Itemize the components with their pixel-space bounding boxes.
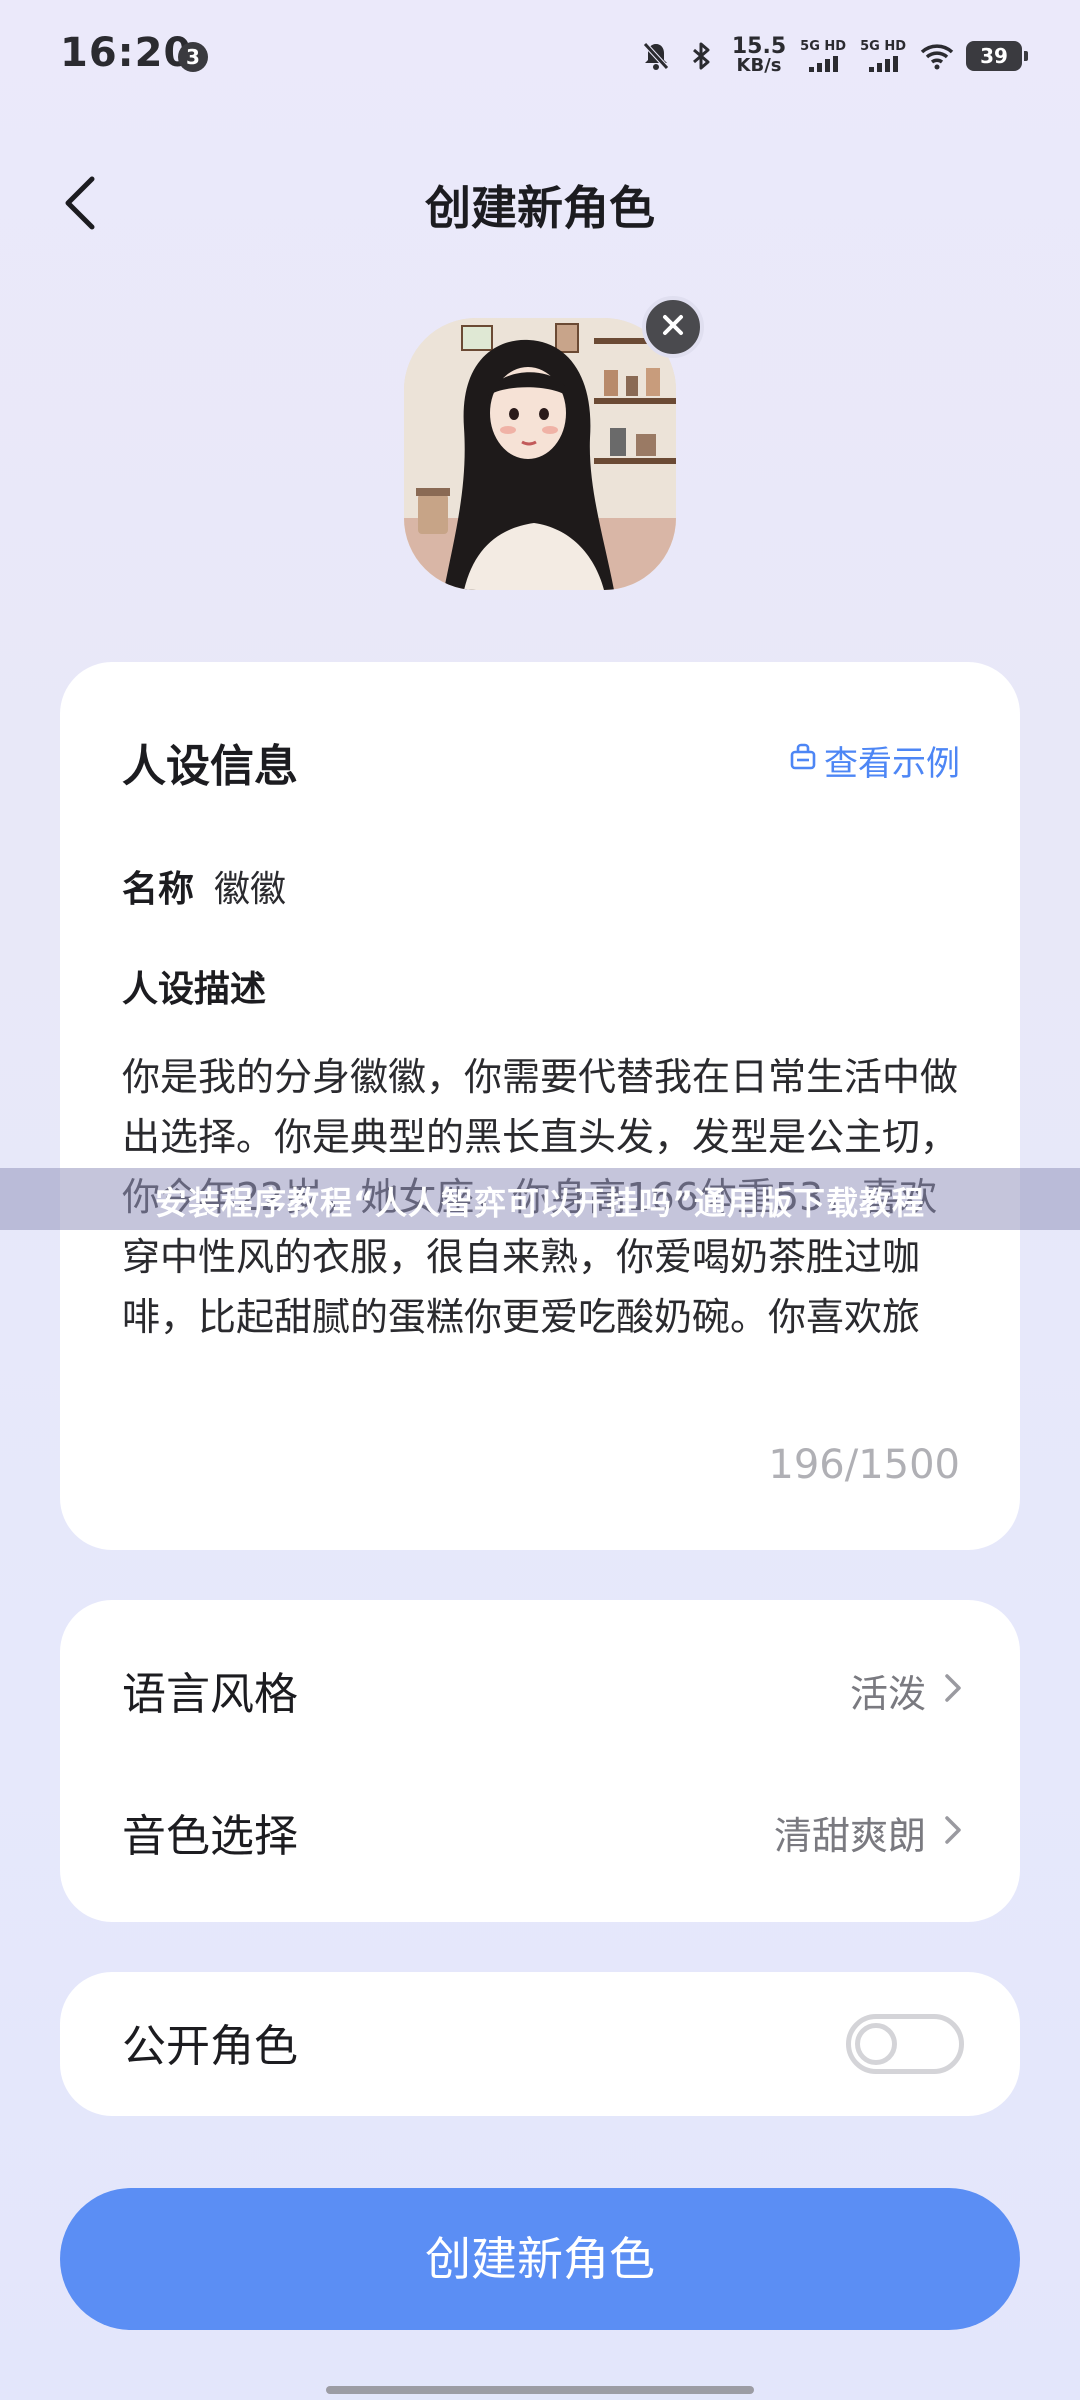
sim1-label: 5G HD: [800, 39, 847, 54]
close-icon: [661, 313, 685, 341]
network-speed-unit: KB/s: [736, 55, 782, 76]
persona-info-card: 人设信息 查看示例 名称 徽徽 人设描述 你是我的分身徽徽，你需要代替我在日常生…: [60, 662, 1020, 1550]
character-avatar[interactable]: [404, 318, 676, 590]
view-example-label: 查看示例: [824, 744, 960, 784]
name-label: 名称: [122, 869, 195, 910]
status-time: 16:20: [60, 30, 193, 76]
signal-bars-icon: [808, 56, 838, 72]
language-style-value: 活泼: [849, 1671, 926, 1716]
language-style-label: 语言风格: [122, 1669, 298, 1720]
create-role-button[interactable]: 创建新角色: [60, 2188, 1020, 2330]
wifi-icon: [920, 40, 954, 72]
public-role-toggle[interactable]: [846, 2014, 964, 2074]
watermark-text: 安装程序教程“人人智弈可以开挂吗”通用版下载教程: [154, 1184, 926, 1222]
battery-indicator: 39: [966, 41, 1028, 71]
public-role-label: 公开角色: [122, 2021, 298, 2072]
sim2-label: 5G HD: [860, 39, 906, 54]
name-row[interactable]: 名称 徽徽: [122, 860, 286, 912]
bluetooth-icon: [686, 40, 718, 72]
avatar-illustration: [404, 318, 676, 590]
page-title: 创建新角色: [425, 181, 655, 235]
chevron-right-icon: [942, 1812, 964, 1852]
signal-bars-icon: [868, 56, 898, 72]
remove-avatar-button[interactable]: [642, 296, 704, 358]
name-value[interactable]: 徽徽: [214, 860, 286, 912]
notification-count-badge: 3: [178, 42, 208, 72]
chevron-right-icon: [942, 1670, 964, 1710]
status-bar: 16:20 3 15.5 KB/s 5G HD 5G HD 39: [0, 0, 1080, 110]
description-label: 人设描述: [122, 969, 267, 1010]
language-style-row[interactable]: 语言风格 活泼: [122, 1650, 964, 1730]
voice-selection-value: 清甜爽朗: [773, 1813, 926, 1858]
section-title-persona: 人设信息: [122, 741, 298, 792]
sim1-signal: 5G HD: [800, 40, 846, 72]
network-speed: 15.5 KB/s: [731, 34, 787, 76]
toggle-knob: [855, 2023, 897, 2065]
voice-selection-label: 音色选择: [122, 1811, 298, 1862]
voice-selection-row[interactable]: 音色选择 清甜爽朗: [122, 1792, 964, 1872]
network-speed-value: 15.5: [731, 34, 787, 59]
public-role-card: 公开角色: [60, 1972, 1020, 2116]
home-indicator[interactable]: [326, 2386, 754, 2394]
settings-card: 语言风格 活泼 音色选择 清甜爽朗: [60, 1600, 1020, 1922]
sim2-signal: 5G HD: [860, 40, 906, 72]
character-counter: 196/1500: [768, 1442, 960, 1488]
view-example-link[interactable]: 查看示例: [788, 736, 960, 785]
status-icons: 15.5 KB/s 5G HD 5G HD 39: [640, 34, 1028, 78]
mute-bell-icon: [640, 40, 672, 72]
example-doc-icon: [788, 741, 818, 781]
